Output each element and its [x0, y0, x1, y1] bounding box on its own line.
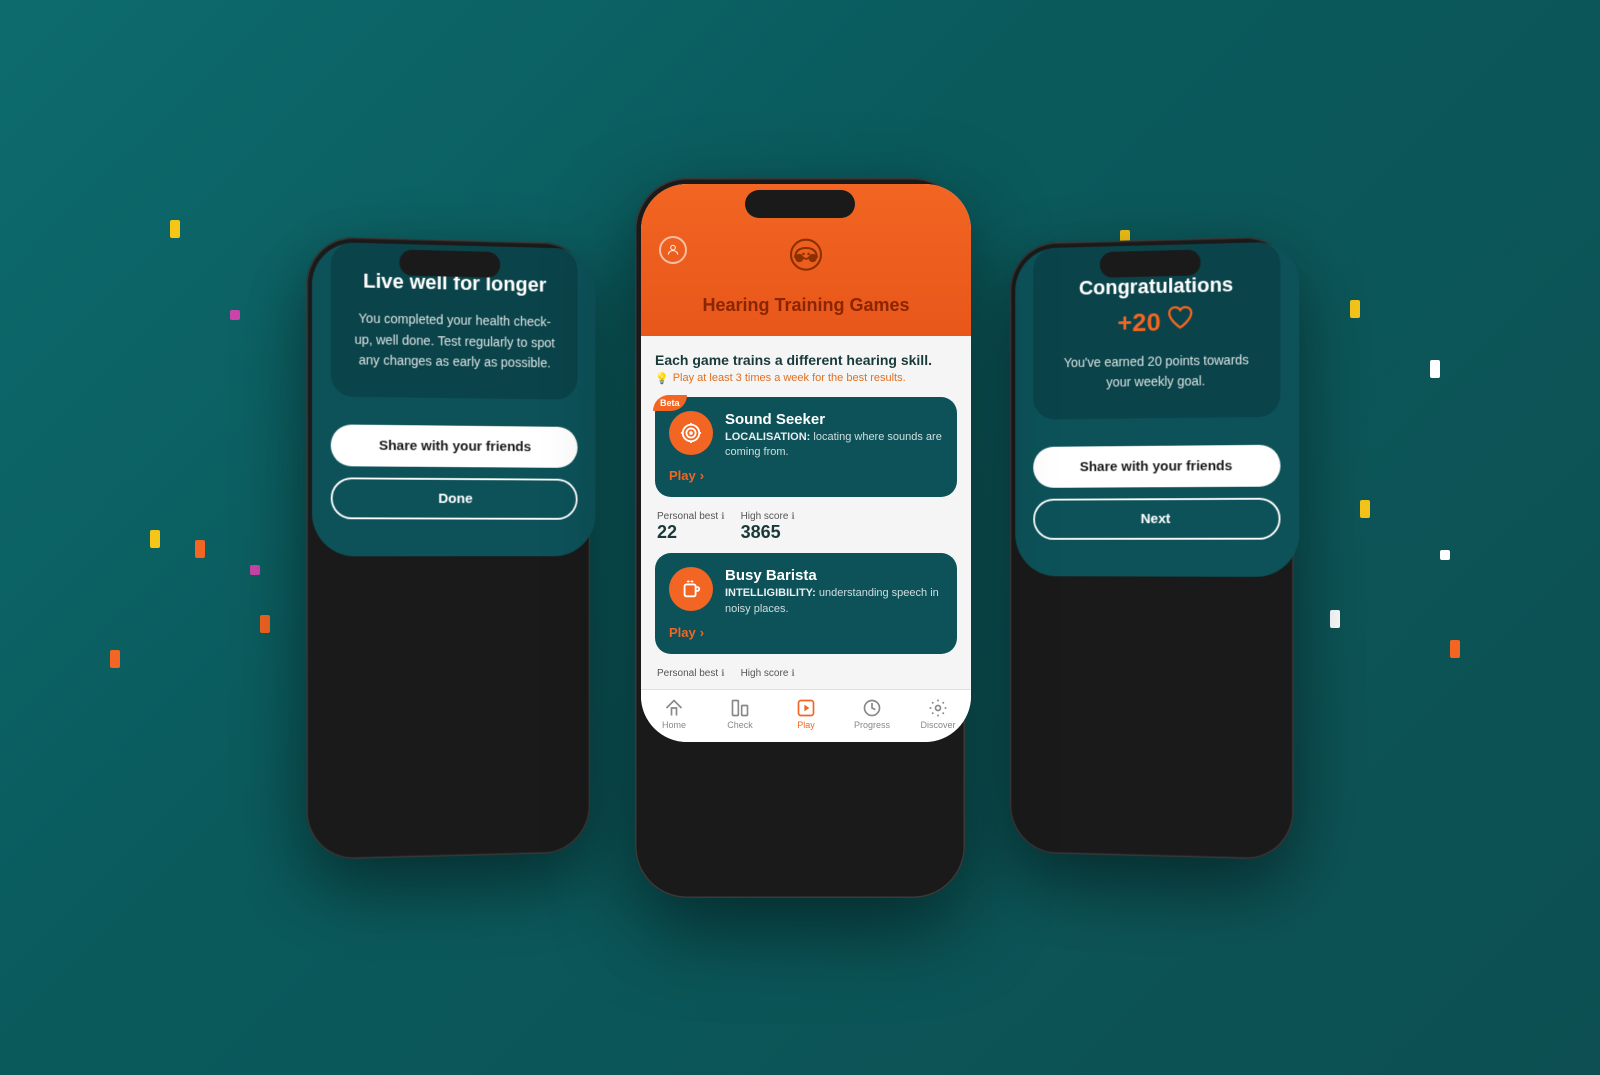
nav-progress-label: Progress	[854, 720, 890, 730]
info-icon-1: ℹ	[721, 511, 724, 522]
check-icon	[730, 698, 750, 718]
right-points-row: +20	[1055, 303, 1258, 339]
confetti-dot	[170, 220, 180, 238]
sound-seeker-desc: LOCALISATION: locating where sounds are …	[725, 430, 943, 461]
center-subtitle: Each game trains a different hearing ski…	[655, 352, 957, 368]
busy-barista-desc: INTELLIGIBILITY: understanding speech in…	[725, 586, 943, 617]
confetti-dot	[1350, 300, 1360, 318]
phone-right-screen: Congratulations +20 You've earned 20 poi…	[1015, 241, 1299, 576]
busy-barista-scores: Personal best ℹ High score ℹ	[655, 662, 957, 685]
center-tip: 💡 Play at least 3 times a week for the b…	[655, 372, 957, 385]
confetti-dot	[1450, 640, 1460, 658]
confetti-dot	[150, 530, 160, 548]
personal-best-value: 22	[657, 522, 725, 543]
play-chevron-icon: ›	[700, 468, 704, 483]
right-next-button[interactable]: Next	[1033, 497, 1280, 539]
high-score-label-2: High score ℹ	[741, 668, 795, 679]
heart-icon	[1166, 305, 1194, 338]
nav-play[interactable]: Play	[773, 698, 839, 730]
personal-best-label-2: Personal best ℹ	[657, 668, 725, 679]
phone-right-notch	[1100, 249, 1201, 277]
phone-right: Congratulations +20 You've earned 20 poi…	[1010, 235, 1294, 859]
game-card-header-1: Sound Seeker LOCALISATION: locating wher…	[669, 411, 943, 461]
confetti-dot	[195, 540, 205, 558]
phone-left-screen: Live well for longer You completed your …	[312, 241, 595, 555]
personal-best-item: Personal best ℹ 22	[657, 511, 725, 543]
play-chevron-icon-2: ›	[700, 625, 704, 640]
game-card-sound-seeker: Beta	[655, 397, 957, 498]
high-score-label: High score ℹ	[741, 511, 795, 522]
high-score-item: High score ℹ 3865	[741, 511, 795, 543]
nav-check[interactable]: Check	[707, 698, 773, 730]
center-body: Each game trains a different hearing ski…	[641, 336, 971, 690]
sound-seeker-name: Sound Seeker	[725, 411, 943, 428]
phone-center-notch	[745, 190, 855, 218]
nav-check-label: Check	[727, 720, 753, 730]
center-header-title: Hearing Training Games	[702, 295, 909, 316]
busy-barista-icon	[669, 567, 713, 611]
confetti-dot	[110, 650, 120, 668]
info-icon-2: ℹ	[791, 511, 794, 522]
phone-left: Live well for longer You completed your …	[306, 235, 590, 859]
phones-container: Live well for longer You completed your …	[295, 178, 1305, 898]
personal-best-item-2: Personal best ℹ	[657, 668, 725, 679]
progress-icon	[862, 698, 882, 718]
info-icon-3: ℹ	[721, 668, 724, 679]
nav-discover-label: Discover	[920, 720, 955, 730]
lightbulb-icon: 💡	[655, 372, 669, 385]
sound-seeker-info: Sound Seeker LOCALISATION: locating wher…	[725, 411, 943, 461]
points-value: +20	[1117, 307, 1160, 337]
confetti-dot	[1330, 610, 1340, 628]
play-icon	[796, 698, 816, 718]
beta-badge: Beta	[653, 395, 687, 411]
discover-icon	[928, 698, 948, 718]
sound-seeker-desc-label: LOCALISATION:	[725, 431, 810, 443]
high-score-item-2: High score ℹ	[741, 668, 795, 679]
info-icon-4: ℹ	[791, 668, 794, 679]
game-card-header-2: Busy Barista INTELLIGIBILITY: understand…	[669, 567, 943, 617]
nav-home-label: Home	[662, 720, 686, 730]
sound-seeker-play[interactable]: Play ›	[669, 468, 943, 483]
phone-center: Hearing Training Games Each game trains …	[635, 178, 965, 898]
right-body: You've earned 20 points towards your wee…	[1055, 349, 1258, 393]
left-body: You completed your health check-up, well…	[353, 308, 556, 373]
busy-barista-play[interactable]: Play ›	[669, 625, 943, 640]
busy-barista-desc-label: INTELLIGIBILITY:	[725, 587, 816, 599]
headphone-icon	[781, 236, 831, 291]
confetti-dot	[1360, 500, 1370, 518]
phone-left-notch	[399, 249, 500, 277]
nav-home[interactable]: Home	[641, 698, 707, 730]
confetti-dot	[1440, 550, 1450, 560]
personal-best-label: Personal best ℹ	[657, 511, 725, 522]
confetti-dot	[1430, 360, 1440, 378]
confetti-dot	[250, 565, 260, 575]
game-card-busy-barista: Busy Barista INTELLIGIBILITY: understand…	[655, 553, 957, 654]
left-share-button[interactable]: Share with your friends	[331, 423, 578, 467]
confetti-dot	[260, 615, 270, 633]
right-share-button[interactable]: Share with your friends	[1033, 444, 1280, 487]
busy-barista-info: Busy Barista INTELLIGIBILITY: understand…	[725, 567, 943, 617]
nav-progress[interactable]: Progress	[839, 698, 905, 730]
user-icon[interactable]	[659, 236, 687, 264]
sound-seeker-icon	[669, 411, 713, 455]
nav-play-label: Play	[797, 720, 815, 730]
phone-center-screen: Hearing Training Games Each game trains …	[641, 184, 971, 743]
home-icon	[664, 698, 684, 718]
busy-barista-name: Busy Barista	[725, 567, 943, 584]
sound-seeker-scores: Personal best ℹ 22 High score ℹ 3865	[655, 505, 957, 549]
high-score-value: 3865	[741, 522, 795, 543]
nav-discover[interactable]: Discover	[905, 698, 971, 730]
bottom-nav: Home Check Play Progress Discover	[641, 689, 971, 742]
left-done-button[interactable]: Done	[331, 476, 578, 518]
confetti-dot	[230, 310, 240, 320]
